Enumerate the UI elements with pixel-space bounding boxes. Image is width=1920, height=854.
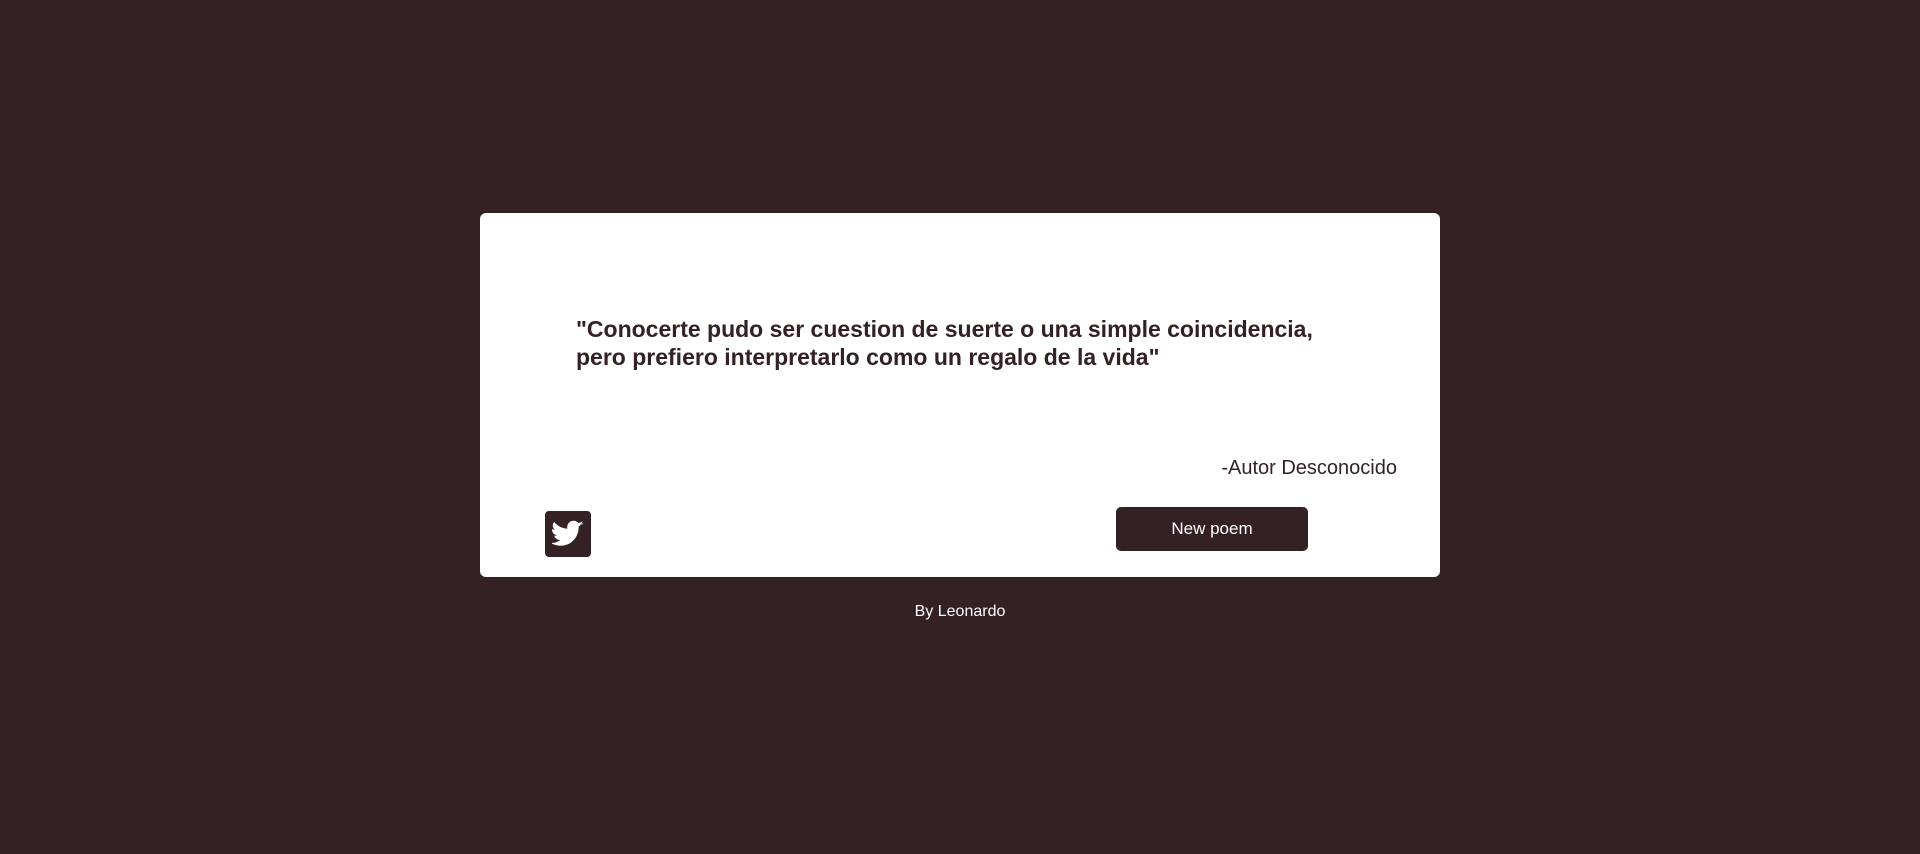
- quote-author: -Autor Desconocido: [1221, 457, 1397, 479]
- new-poem-button[interactable]: New poem: [1116, 507, 1308, 551]
- footer-credit: By Leonardo: [914, 603, 1006, 620]
- twitter-icon: [552, 520, 584, 548]
- tweet-quote-button[interactable]: [545, 511, 591, 557]
- page: "Conocerte pudo ser cuestion de suerte o…: [0, 0, 1920, 854]
- quote-card: "Conocerte pudo ser cuestion de suerte o…: [480, 213, 1440, 577]
- quote-text: "Conocerte pudo ser cuestion de suerte o…: [576, 316, 1313, 370]
